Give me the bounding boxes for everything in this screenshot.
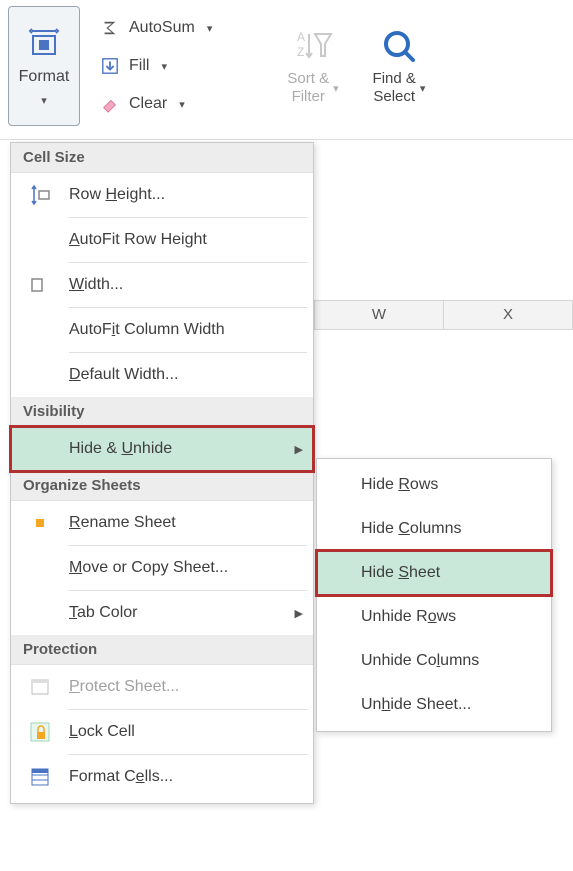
menu-autofit-row-height[interactable]: AutoFit Row Height xyxy=(11,218,313,262)
chevron-down-icon: ▾ xyxy=(179,98,185,111)
eraser-icon xyxy=(100,94,120,114)
chevron-down-icon: ▾ xyxy=(41,94,47,107)
column-header-w[interactable]: W xyxy=(315,301,444,329)
menu-header-protection: Protection xyxy=(11,635,313,665)
submenu-unhide-rows[interactable]: Unhide Rows xyxy=(317,595,551,639)
menu-header-visibility: Visibility xyxy=(11,397,313,427)
chevron-down-icon: ▾ xyxy=(161,60,167,73)
sort-filter-label-1: Sort & xyxy=(287,70,329,87)
submenu-arrow-icon: ▶ xyxy=(295,443,303,456)
sort-filter-button: A Z Sort & Filter ▾ xyxy=(270,6,356,126)
format-button-label: Format xyxy=(19,68,70,86)
submenu-hide-sheet[interactable]: Hide Sheet xyxy=(317,551,551,595)
menu-default-width[interactable]: Default Width... xyxy=(11,353,313,397)
submenu-hide-rows[interactable]: Hide Rows xyxy=(317,463,551,507)
submenu-unhide-sheet[interactable]: Unhide Sheet... xyxy=(317,683,551,727)
editing-group-small: AutoSum ▾ Fill ▾ Clear ▾ xyxy=(100,6,270,120)
rename-dot-icon xyxy=(36,519,44,527)
format-cells-icon xyxy=(11,767,69,787)
protect-sheet-icon xyxy=(11,677,69,697)
submenu-unhide-columns[interactable]: Unhide Columns xyxy=(317,639,551,683)
format-cell-icon xyxy=(27,26,61,60)
autosum-label: AutoSum xyxy=(129,19,195,37)
ribbon-section: Format ▾ AutoSum ▾ Fill ▾ xyxy=(0,0,573,140)
menu-tab-color[interactable]: Tab Color ▶ xyxy=(11,591,313,635)
find-select-label-1: Find & xyxy=(373,70,416,87)
submenu-arrow-icon: ▶ xyxy=(295,607,303,620)
sort-filter-icon: A Z xyxy=(293,26,333,66)
find-select-button[interactable]: Find & Select ▾ xyxy=(356,6,442,126)
row-height-icon xyxy=(11,184,69,206)
fill-down-icon xyxy=(100,56,120,76)
menu-row-height[interactable]: Row Height... xyxy=(11,173,313,217)
chevron-down-icon: ▾ xyxy=(420,82,426,95)
submenu-hide-columns[interactable]: Hide Columns xyxy=(317,507,551,551)
format-button[interactable]: Format ▾ xyxy=(8,6,80,126)
find-select-label-2: Select xyxy=(373,88,415,105)
autosum-button[interactable]: AutoSum ▾ xyxy=(100,12,270,44)
sort-filter-label-2: Filter xyxy=(292,88,325,105)
menu-column-width[interactable]: Width... xyxy=(11,263,313,307)
menu-autofit-column-width[interactable]: AutoFit Column Width xyxy=(11,308,313,352)
chevron-down-icon: ▾ xyxy=(333,82,339,95)
column-headers: W X xyxy=(314,300,573,330)
sigma-icon xyxy=(100,18,120,38)
svg-text:Z: Z xyxy=(297,45,304,59)
column-header-x[interactable]: X xyxy=(444,301,572,329)
magnifier-icon xyxy=(379,26,419,66)
menu-lock-cell[interactable]: Lock Cell xyxy=(11,710,313,754)
menu-header-organize: Organize Sheets xyxy=(11,471,313,501)
menu-rename-sheet[interactable]: Rename Sheet xyxy=(11,501,313,545)
chevron-down-icon: ▾ xyxy=(207,22,213,35)
clear-button[interactable]: Clear ▾ xyxy=(100,88,270,120)
menu-protect-sheet: Protect Sheet... xyxy=(11,665,313,709)
menu-header-cell-size: Cell Size xyxy=(11,143,313,173)
menu-move-copy-sheet[interactable]: Move or Copy Sheet... xyxy=(11,546,313,590)
fill-label: Fill xyxy=(129,57,149,75)
menu-format-cells[interactable]: Format Cells... xyxy=(11,755,313,799)
format-dropdown-menu: Cell Size Row Height... AutoFit Row Heig… xyxy=(10,142,314,804)
fill-button[interactable]: Fill ▾ xyxy=(100,50,270,82)
column-width-icon xyxy=(11,274,69,296)
lock-cell-icon xyxy=(11,721,69,743)
clear-label: Clear xyxy=(129,95,167,113)
menu-hide-unhide[interactable]: Hide & Unhide ▶ xyxy=(11,427,313,471)
hide-unhide-submenu: Hide Rows Hide Columns Hide Sheet Unhide… xyxy=(316,458,552,732)
svg-text:A: A xyxy=(297,30,305,44)
